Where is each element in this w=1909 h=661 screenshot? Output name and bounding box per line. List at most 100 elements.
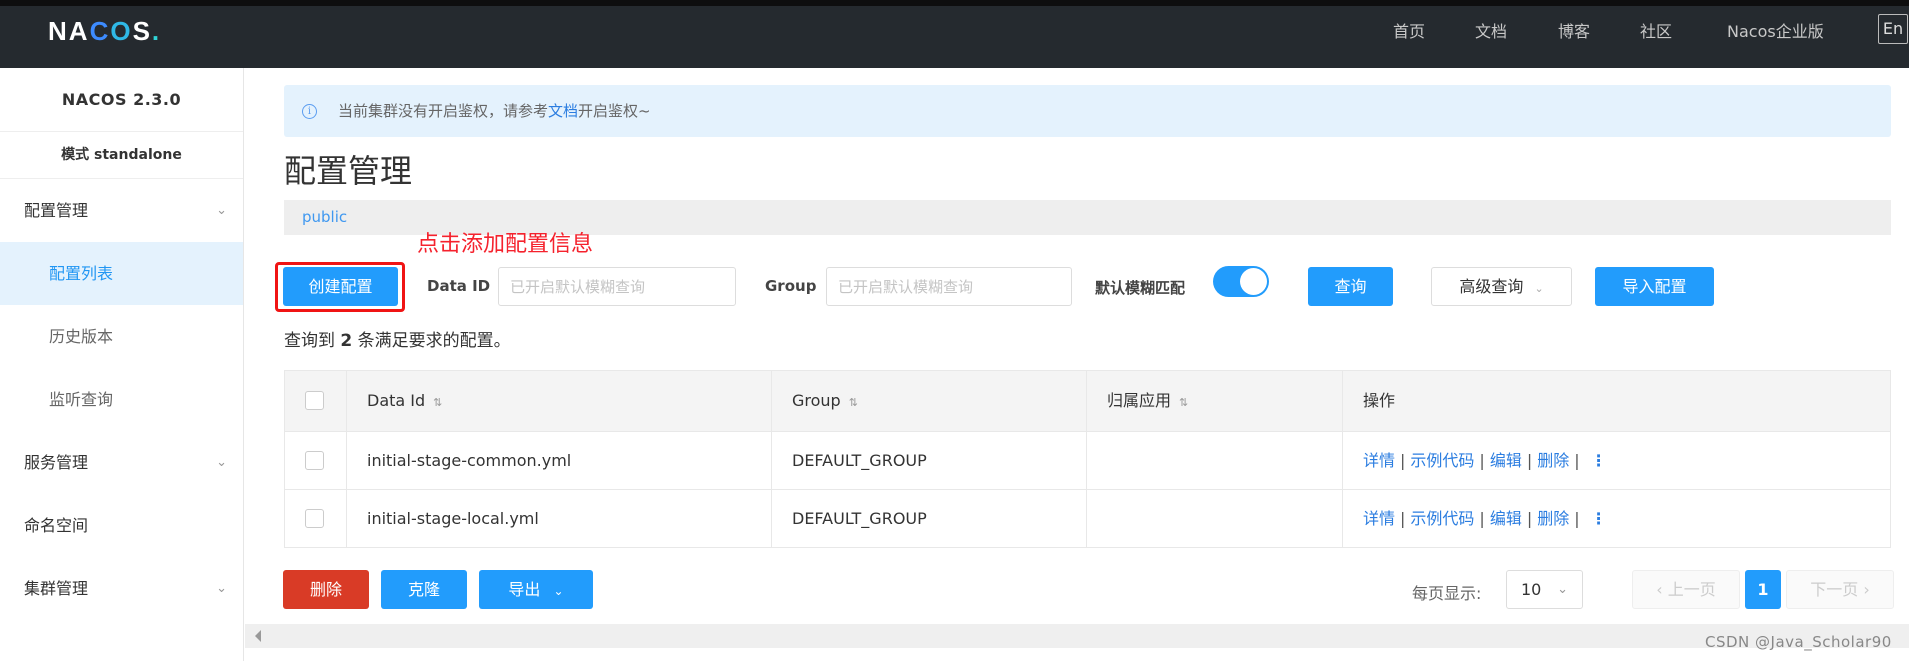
row-checkbox[interactable] <box>305 451 324 470</box>
nav-home[interactable]: 首页 <box>1393 18 1425 42</box>
delete-link[interactable]: 删除 <box>1537 451 1569 470</box>
nav-enterprise[interactable]: Nacos企业版 <box>1727 18 1824 42</box>
page-size-label: 每页显示: <box>1412 584 1482 603</box>
page-size-select[interactable]: 10 ⌄ <box>1506 570 1583 609</box>
annotation-text: 点击添加配置信息 <box>417 232 594 257</box>
edit-link[interactable]: 编辑 <box>1490 451 1522 470</box>
cell-group: DEFAULT_GROUP <box>771 432 1086 489</box>
next-page-label: 下一页 <box>1810 580 1859 599</box>
language-switch-button[interactable]: En <box>1878 14 1908 44</box>
nav-docs[interactable]: 文档 <box>1475 18 1507 42</box>
scroll-left-arrow-icon[interactable] <box>255 630 261 642</box>
column-label: Data Id <box>367 391 426 410</box>
edit-link[interactable]: 编辑 <box>1490 509 1522 528</box>
more-vertical-icon[interactable]: ⋮ <box>1591 509 1607 528</box>
export-dropdown-button[interactable]: 导出 ⌄ <box>479 570 593 609</box>
sort-icon[interactable]: ⇅ <box>433 396 442 409</box>
horizontal-scrollbar[interactable] <box>245 624 1909 648</box>
table-row: initial-stage-local.yml DEFAULT_GROUP 详情… <box>285 489 1890 547</box>
sort-icon[interactable]: ⇅ <box>1179 396 1188 409</box>
cell-data-id: initial-stage-common.yml <box>346 432 771 489</box>
table-row: initial-stage-common.yml DEFAULT_GROUP 详… <box>285 431 1890 489</box>
cell-actions: 详情 | 示例代码 | 编辑 | 删除 | ⋮ <box>1342 432 1890 489</box>
import-config-button[interactable]: 导入配置 <box>1595 267 1714 306</box>
cell-actions: 详情 | 示例代码 | 编辑 | 删除 | ⋮ <box>1342 490 1890 547</box>
sidebar-mode: 模式 standalone <box>0 132 243 179</box>
nav-community[interactable]: 社区 <box>1640 18 1672 42</box>
logo-text: S <box>132 16 152 46</box>
sidebar-item-config-list[interactable]: 配置列表 <box>0 242 243 305</box>
prev-page-button[interactable]: ‹ 上一页 <box>1632 570 1740 609</box>
separator: | <box>1479 509 1485 528</box>
cell-app <box>1086 432 1342 489</box>
sidebar: NACOS 2.3.0 模式 standalone 配置管理 ⌄ 配置列表 历史… <box>0 68 244 661</box>
sidebar-item-label: 配置管理 <box>24 201 89 220</box>
clone-button[interactable]: 克隆 <box>381 570 467 609</box>
sort-icon[interactable]: ⇅ <box>849 396 858 409</box>
cell-app <box>1086 490 1342 547</box>
select-all-checkbox[interactable] <box>305 391 324 410</box>
header-select-cell <box>285 371 346 431</box>
result-summary: 查询到 2 条满足要求的配置。 <box>284 326 511 351</box>
top-header: NACOS. 首页 文档 博客 社区 Nacos企业版 En <box>0 6 1909 68</box>
data-id-field[interactable] <box>498 267 736 306</box>
detail-link[interactable]: 详情 <box>1363 509 1395 528</box>
page-title: 配置管理 <box>284 152 413 190</box>
nacos-logo[interactable]: NACOS. <box>48 16 161 47</box>
namespace-public[interactable]: public <box>302 208 347 226</box>
column-header-actions: 操作 <box>1342 371 1890 431</box>
data-id-label: Data ID <box>427 277 491 295</box>
more-vertical-icon[interactable]: ⋮ <box>1591 451 1607 470</box>
sample-code-link[interactable]: 示例代码 <box>1410 451 1474 470</box>
cell-data-id: initial-stage-local.yml <box>346 490 771 547</box>
logo-text: C <box>89 16 111 46</box>
chevron-left-icon: ‹ <box>1656 580 1663 599</box>
separator: | <box>1479 451 1485 470</box>
separator: | <box>1574 509 1580 528</box>
sample-code-link[interactable]: 示例代码 <box>1410 509 1474 528</box>
chevron-down-icon: ⌄ <box>216 455 227 470</box>
sidebar-item-label: 监听查询 <box>49 390 114 409</box>
alert-docs-link[interactable]: 文档 <box>548 102 578 120</box>
column-label: 操作 <box>1363 391 1396 410</box>
advanced-search-dropdown[interactable]: 高级查询 ⌄ <box>1431 267 1572 306</box>
group-label: Group <box>765 277 817 295</box>
create-config-button[interactable]: 创建配置 <box>283 267 398 306</box>
chevron-down-icon: ⌄ <box>1534 282 1544 295</box>
logo-text: O <box>110 16 133 46</box>
separator: | <box>1574 451 1580 470</box>
auth-alert: i 当前集群没有开启鉴权，请参考文档开启鉴权~ <box>284 85 1891 137</box>
separator: | <box>1400 509 1406 528</box>
chevron-down-icon: ⌄ <box>1557 582 1568 597</box>
search-button[interactable]: 查询 <box>1308 267 1393 306</box>
row-select-cell <box>285 490 346 547</box>
sidebar-item-label: 命名空间 <box>24 516 89 535</box>
advanced-search-label: 高级查询 <box>1459 277 1524 296</box>
data-id-input[interactable] <box>510 268 735 305</box>
sidebar-item-history[interactable]: 历史版本 <box>0 305 243 368</box>
page-1-button[interactable]: 1 <box>1745 570 1781 609</box>
alert-text: 开启鉴权~ <box>578 102 651 120</box>
sidebar-item-namespace[interactable]: 命名空间 <box>0 494 243 557</box>
next-page-button[interactable]: 下一页 › <box>1786 570 1894 609</box>
sidebar-item-service-management[interactable]: 服务管理 ⌄ <box>0 431 243 494</box>
column-header-data-id[interactable]: Data Id ⇅ <box>346 371 771 431</box>
result-suffix: 条满足要求的配置。 <box>357 331 511 351</box>
fuzzy-match-toggle[interactable] <box>1213 266 1269 297</box>
delete-link[interactable]: 删除 <box>1537 509 1569 528</box>
batch-delete-button[interactable]: 删除 <box>283 570 369 609</box>
sidebar-item-listener-query[interactable]: 监听查询 <box>0 368 243 431</box>
sidebar-item-config-management[interactable]: 配置管理 ⌄ <box>0 179 243 242</box>
sidebar-item-label: 历史版本 <box>49 327 114 346</box>
column-header-app[interactable]: 归属应用 ⇅ <box>1086 371 1342 431</box>
sidebar-version: NACOS 2.3.0 <box>0 68 243 132</box>
logo-text: NA <box>48 16 90 46</box>
toggle-knob <box>1240 268 1267 295</box>
sidebar-item-cluster-management[interactable]: 集群管理 ⌄ <box>0 557 243 620</box>
group-field[interactable] <box>826 267 1072 306</box>
nav-blog[interactable]: 博客 <box>1558 18 1590 42</box>
group-input[interactable] <box>838 268 1071 305</box>
column-header-group[interactable]: Group ⇅ <box>771 371 1086 431</box>
row-checkbox[interactable] <box>305 509 324 528</box>
detail-link[interactable]: 详情 <box>1363 451 1395 470</box>
